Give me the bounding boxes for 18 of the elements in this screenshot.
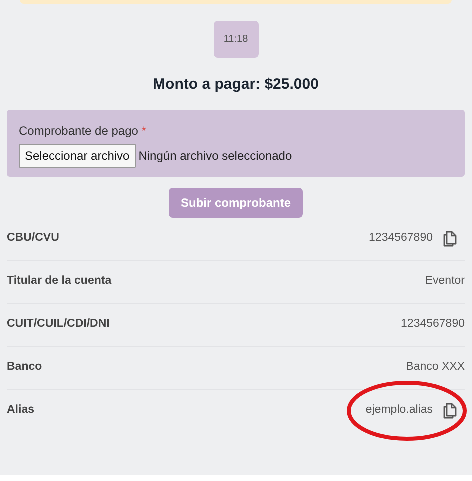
- time-badge: 11:18: [214, 21, 258, 58]
- file-status: Ningún archivo seleccionado: [138, 148, 292, 164]
- detail-label: Banco: [7, 360, 42, 375]
- copy-icon[interactable]: [443, 403, 457, 419]
- detail-value: 1234567890: [369, 230, 433, 246]
- amount-heading: Monto a pagar: $25.000: [152, 75, 320, 95]
- detail-value: Banco XXX: [406, 360, 465, 375]
- copy-icon[interactable]: [443, 230, 457, 246]
- choose-file-button[interactable]: Seleccionar archivo: [19, 144, 136, 168]
- detail-label: Titular de la cuenta: [7, 274, 112, 289]
- required-mark: *: [142, 124, 146, 138]
- detail-label: CUIT/CUIL/CDI/DNI: [7, 316, 110, 332]
- detail-label: Alias: [7, 403, 34, 418]
- upload-label: Comprobante de pago: [19, 124, 138, 138]
- detail-label: CBU/CVU: [7, 230, 60, 246]
- detail-value: Eventor: [425, 274, 465, 289]
- detail-value: 1234567890: [401, 316, 465, 332]
- detail-value: ejemplo.alias: [366, 403, 433, 418]
